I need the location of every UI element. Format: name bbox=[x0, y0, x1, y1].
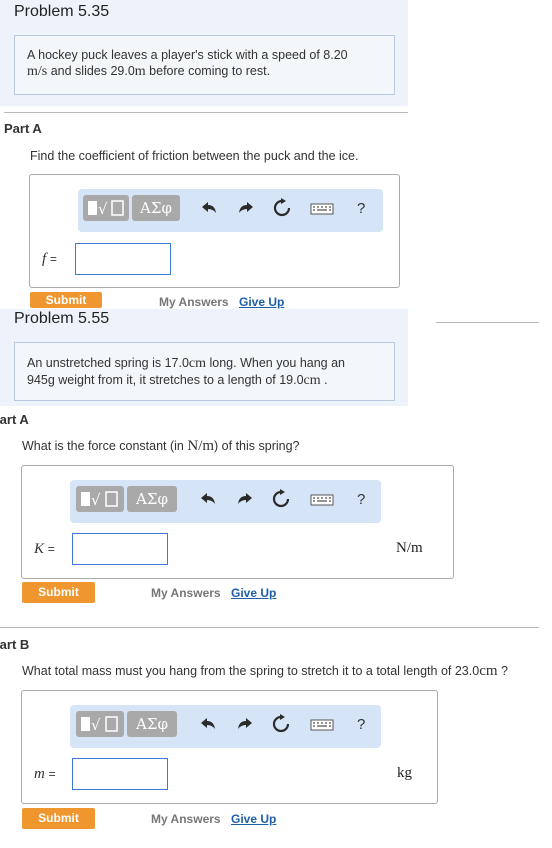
divider bbox=[0, 627, 539, 628]
question-text: What is the force constant (in N/m) of t… bbox=[22, 438, 300, 455]
help-icon[interactable]: ? bbox=[357, 716, 365, 733]
help-icon[interactable]: ? bbox=[357, 491, 365, 508]
answer-box: √ ΑΣφ ? m = kg bbox=[21, 690, 438, 804]
redo-icon[interactable] bbox=[234, 714, 256, 734]
templates-button[interactable]: √ bbox=[76, 711, 124, 737]
question-text-end: ? bbox=[497, 664, 508, 678]
unit-label: kg bbox=[397, 765, 412, 781]
give-up-link[interactable]: Give Up bbox=[239, 295, 284, 309]
undo-icon[interactable] bbox=[198, 198, 220, 218]
submit-button[interactable]: Submit bbox=[22, 582, 95, 603]
variable-f: f bbox=[42, 251, 47, 267]
redo-icon[interactable] bbox=[234, 489, 256, 509]
statement-text: long. When you hang an bbox=[206, 356, 346, 370]
problem-title: Problem 5.55 bbox=[14, 310, 110, 327]
unit-m: m bbox=[134, 64, 146, 79]
undo-icon[interactable] bbox=[197, 714, 219, 734]
math-toolbar: √ ΑΣφ ? bbox=[70, 705, 381, 748]
statement-text: . bbox=[320, 373, 328, 387]
answer-input[interactable] bbox=[72, 533, 168, 565]
part-a-label: Part A bbox=[4, 121, 42, 136]
part-b-label: Part B bbox=[0, 637, 30, 652]
unit-label: N/m bbox=[396, 540, 423, 556]
templates-icon: √ bbox=[81, 491, 118, 509]
math-toolbar: √ ΑΣφ ? bbox=[70, 480, 381, 523]
greek-button[interactable]: ΑΣφ bbox=[132, 195, 180, 221]
svg-text:√: √ bbox=[98, 200, 108, 218]
variable-k: K bbox=[34, 541, 45, 557]
statement-text: An unstretched spring is 17.0 bbox=[27, 356, 189, 370]
math-toolbar: √ ΑΣφ ? bbox=[78, 189, 383, 232]
equals-sign: = bbox=[49, 252, 57, 266]
question-text: Find the coefficient of friction between… bbox=[30, 149, 359, 163]
templates-icon: √ bbox=[81, 716, 118, 734]
question-text-start: What is the force constant (in bbox=[22, 439, 188, 453]
unit-m-per-s: m/s bbox=[27, 64, 48, 79]
greek-button[interactable]: ΑΣφ bbox=[127, 711, 177, 737]
help-icon[interactable]: ? bbox=[357, 200, 365, 217]
svg-text:√: √ bbox=[91, 491, 101, 509]
variable-label: K = bbox=[34, 541, 55, 558]
unit-cm: cm bbox=[188, 356, 207, 371]
variable-label: f = bbox=[42, 251, 57, 268]
reset-icon[interactable] bbox=[270, 489, 292, 509]
statement-text: before coming to rest. bbox=[145, 64, 271, 78]
answer-input[interactable] bbox=[72, 758, 168, 790]
submit-button[interactable]: Submit bbox=[22, 808, 95, 829]
question-text-start: What total mass must you hang from the s… bbox=[22, 664, 480, 678]
my-answers-link[interactable]: My Answers bbox=[151, 812, 221, 826]
reset-icon[interactable] bbox=[271, 198, 293, 218]
undo-icon[interactable] bbox=[197, 489, 219, 509]
problem-title: Problem 5.35 bbox=[14, 3, 110, 20]
problem-statement: A hockey puck leaves a player's stick wi… bbox=[14, 35, 395, 95]
divider bbox=[436, 322, 539, 323]
my-answers-link[interactable]: My Answers bbox=[151, 586, 221, 600]
templates-button[interactable]: √ bbox=[83, 195, 129, 221]
variable-m: m bbox=[34, 766, 45, 782]
give-up-link[interactable]: Give Up bbox=[231, 586, 276, 600]
greek-button[interactable]: ΑΣφ bbox=[127, 486, 177, 512]
statement-text: A hockey puck leaves a player's stick wi… bbox=[27, 48, 348, 62]
answer-box: √ ΑΣφ ? f = bbox=[29, 174, 400, 288]
unit-cm: cm bbox=[303, 373, 321, 388]
unit-cm: cm bbox=[479, 663, 498, 679]
keyboard-icon[interactable] bbox=[310, 198, 334, 218]
templates-icon: √ bbox=[88, 200, 124, 218]
variable-label: m = bbox=[34, 766, 56, 783]
question-text-end: ) of this spring? bbox=[214, 439, 300, 453]
svg-text:√: √ bbox=[91, 716, 101, 734]
part-a-label: Part A bbox=[0, 412, 29, 427]
problem-statement: An unstretched spring is 17.0cm long. Wh… bbox=[14, 342, 395, 401]
equals-sign: = bbox=[48, 767, 56, 781]
keyboard-icon[interactable] bbox=[310, 714, 334, 734]
redo-icon[interactable] bbox=[235, 198, 257, 218]
give-up-link[interactable]: Give Up bbox=[231, 812, 276, 826]
templates-button[interactable]: √ bbox=[76, 486, 124, 512]
reset-icon[interactable] bbox=[270, 714, 292, 734]
equals-sign: = bbox=[47, 542, 55, 556]
unit-n-per-m: N/m bbox=[187, 438, 215, 454]
answer-input[interactable] bbox=[75, 243, 171, 275]
answer-box: √ ΑΣφ ? K = N/m bbox=[21, 465, 454, 579]
question-text: What total mass must you hang from the s… bbox=[22, 663, 508, 680]
keyboard-icon[interactable] bbox=[310, 489, 334, 509]
divider bbox=[4, 112, 408, 113]
submit-button[interactable]: Submit bbox=[30, 292, 102, 308]
statement-text: and slides 29.0 bbox=[47, 64, 135, 78]
my-answers-link[interactable]: My Answers bbox=[159, 295, 229, 309]
statement-text: 945g weight from it, it stretches to a l… bbox=[27, 373, 304, 387]
